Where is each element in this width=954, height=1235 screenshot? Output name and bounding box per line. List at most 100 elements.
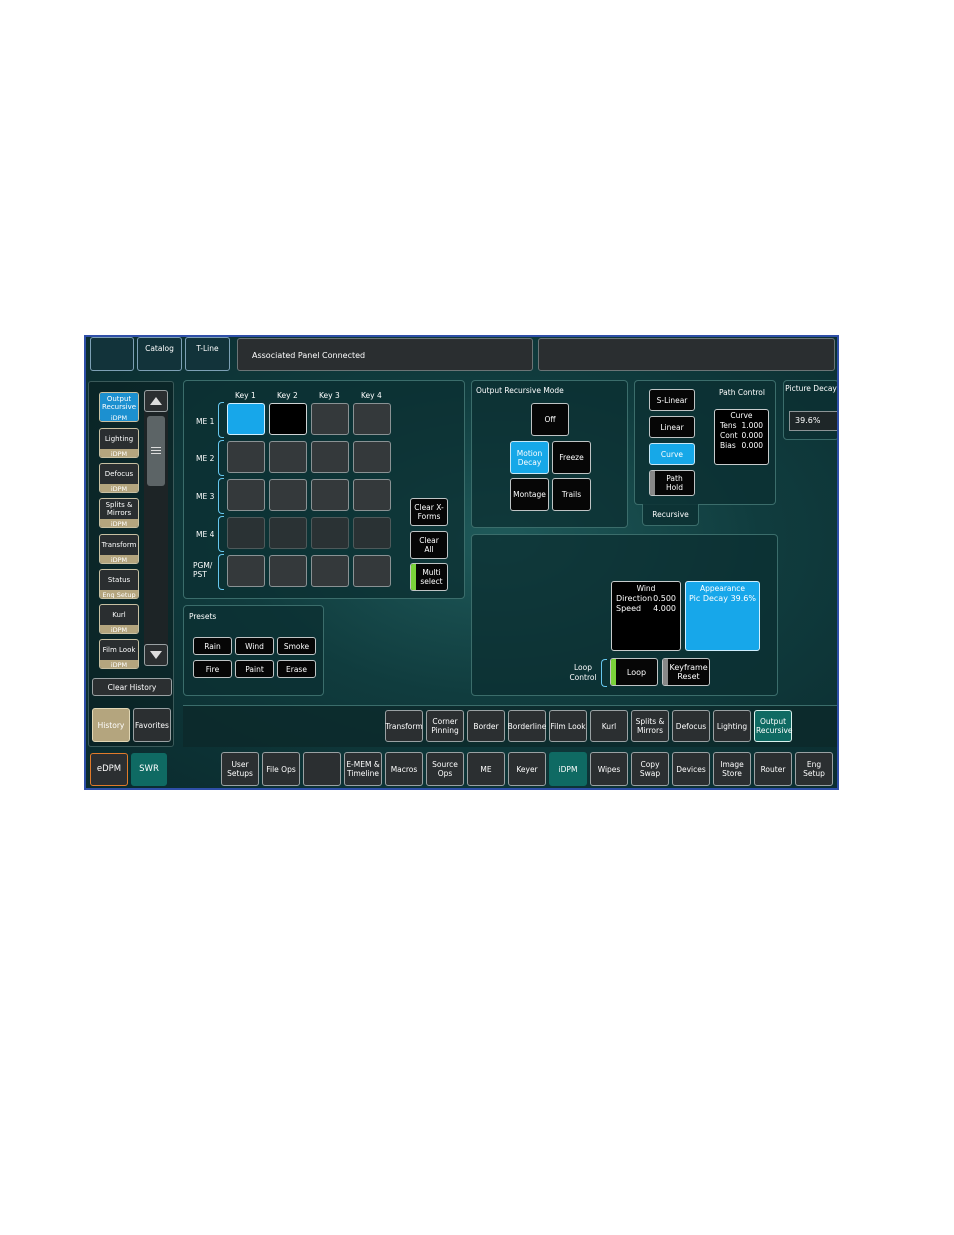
submenu-corner-pinning[interactable]: Corner Pinning <box>426 710 464 742</box>
history-item-splits-mirrors[interactable]: Splits & Mirrors iDPM <box>99 498 139 528</box>
menu-user-setups[interactable]: User Setups <box>221 752 259 786</box>
key-cell-me4-key1[interactable] <box>227 517 265 549</box>
key-cell-me3-key4[interactable] <box>353 479 391 511</box>
key-cell-me1-key4[interactable] <box>353 403 391 435</box>
menu-keyer[interactable]: Keyer <box>508 752 546 786</box>
tab-blank[interactable] <box>90 337 134 371</box>
key-cell-pgm-key4[interactable] <box>353 555 391 587</box>
cont-label: Cont <box>720 431 738 440</box>
mode-montage-button[interactable]: Montage <box>510 478 549 511</box>
edpm-button[interactable]: eDPM <box>90 753 128 786</box>
mode-trails-button[interactable]: Trails <box>552 478 591 511</box>
history-item-transform[interactable]: Transform iDPM <box>99 534 139 564</box>
tab-recursive[interactable]: Recursive <box>642 504 699 526</box>
linear-button[interactable]: Linear <box>649 416 695 438</box>
history-item-defocus[interactable]: Defocus iDPM <box>99 463 139 493</box>
submenu-lighting[interactable]: Lighting <box>713 710 751 742</box>
key-cell-me1-key3[interactable] <box>311 403 349 435</box>
keyframe-reset-button[interactable]: Keyframe Reset <box>662 658 710 686</box>
clear-all-button[interactable]: Clear All <box>410 531 448 559</box>
menu-me[interactable]: ME <box>467 752 505 786</box>
output-mode-title: Output Recursive Mode <box>476 386 564 395</box>
mode-freeze-button[interactable]: Freeze <box>552 441 591 474</box>
key-cell-pgm-key1[interactable] <box>227 555 265 587</box>
appearance-readout[interactable]: Appearance Pic Decay 39.6% <box>685 581 760 651</box>
menu-source-ops[interactable]: Source Ops <box>426 752 464 786</box>
menu-wipes[interactable]: Wipes <box>590 752 628 786</box>
key-cell-me1-key2[interactable] <box>269 403 307 435</box>
menu-copy-swap[interactable]: Copy Swap <box>631 752 669 786</box>
key-cell-me2-key4[interactable] <box>353 441 391 473</box>
submenu-kurl[interactable]: Kurl <box>590 710 628 742</box>
row-me4: ME 4 <box>196 530 215 539</box>
history-item-film-look[interactable]: Film Look iDPM <box>99 639 139 669</box>
preset-erase-button[interactable]: Erase <box>277 660 316 678</box>
menu-file-ops[interactable]: File Ops <box>262 752 300 786</box>
triangle-up-icon <box>150 397 162 405</box>
swr-button[interactable]: SWR <box>131 753 167 786</box>
curve-button[interactable]: Curve <box>649 443 695 465</box>
key-cell-me3-key1[interactable] <box>227 479 265 511</box>
mode-off-button[interactable]: Off <box>531 403 569 436</box>
tab-catalog[interactable]: Catalog <box>137 337 182 371</box>
menu-image-store[interactable]: Image Store <box>713 752 751 786</box>
history-item-sub: iDPM <box>100 625 138 633</box>
menu-macros[interactable]: Macros <box>385 752 423 786</box>
clear-history-label: Clear History <box>107 682 157 692</box>
multi-select-button[interactable]: Multi select <box>410 563 448 591</box>
key-cell-me1-key1[interactable] <box>227 403 265 435</box>
preset-smoke-button[interactable]: Smoke <box>277 637 316 655</box>
key-cell-me2-key3[interactable] <box>311 441 349 473</box>
submenu-splits-mirrors[interactable]: Splits & Mirrors <box>631 710 669 742</box>
key-cell-me2-key2[interactable] <box>269 441 307 473</box>
loop-button[interactable]: Loop <box>610 658 658 686</box>
key-cell-me4-key2[interactable] <box>269 517 307 549</box>
path-hold-button[interactable]: Path Hold <box>649 470 695 496</box>
history-item-lighting[interactable]: Lighting iDPM <box>99 428 139 458</box>
wind-title: Wind <box>636 584 656 593</box>
submenu-border[interactable]: Border <box>467 710 505 742</box>
key-cell-me3-key3[interactable] <box>311 479 349 511</box>
history-item-kurl[interactable]: Kurl iDPM <box>99 604 139 634</box>
menu-devices[interactable]: Devices <box>672 752 710 786</box>
preset-wind-button[interactable]: Wind <box>235 637 274 655</box>
history-item-title: Defocus <box>104 470 134 478</box>
submenu-output-recursive[interactable]: Output Recursive <box>754 710 793 742</box>
key-cell-pgm-key2[interactable] <box>269 555 307 587</box>
s-linear-button[interactable]: S-Linear <box>649 389 695 411</box>
clear-xforms-button[interactable]: Clear X-Forms <box>410 498 448 526</box>
submenu-defocus[interactable]: Defocus <box>672 710 710 742</box>
key-cell-me2-key1[interactable] <box>227 441 265 473</box>
history-item-status[interactable]: Status Eng Setup <box>99 569 139 599</box>
tab-favorites[interactable]: Favorites <box>133 708 171 742</box>
submenu-film-look[interactable]: Film Look <box>549 710 587 742</box>
submenu-transform[interactable]: Transform <box>385 710 423 742</box>
swr-label: SWR <box>139 764 159 774</box>
preset-fire-button[interactable]: Fire <box>193 660 232 678</box>
picture-decay-field[interactable]: 39.6% <box>789 411 837 431</box>
key-cell-me4-key4[interactable] <box>353 517 391 549</box>
history-item-output-recursive[interactable]: Output Recursive iDPM <box>99 392 139 422</box>
scroll-down-button[interactable] <box>144 644 168 666</box>
mode-motion-decay-button[interactable]: Motion Decay <box>510 441 549 474</box>
tab-tline[interactable]: T-Line <box>185 337 230 371</box>
key-cell-me4-key3[interactable] <box>311 517 349 549</box>
key-cell-me3-key2[interactable] <box>269 479 307 511</box>
preset-paint-button[interactable]: Paint <box>235 660 274 678</box>
menu-router[interactable]: Router <box>754 752 792 786</box>
tab-history[interactable]: History <box>92 708 130 742</box>
preset-rain-button[interactable]: Rain <box>193 637 232 655</box>
scroll-up-button[interactable] <box>144 390 168 412</box>
menu-idpm[interactable]: iDPM <box>549 752 587 786</box>
scroll-thumb[interactable] <box>147 416 165 486</box>
key-cell-pgm-key3[interactable] <box>311 555 349 587</box>
clear-history-button[interactable]: Clear History <box>92 678 172 696</box>
menu-eng-setup[interactable]: Eng Setup <box>795 752 833 786</box>
menu-emem-timeline[interactable]: E-MEM & Timeline <box>344 752 382 786</box>
direction-value: 0.500 <box>653 594 676 603</box>
submenu-borderline[interactable]: Borderline <box>508 710 546 742</box>
wind-readout[interactable]: Wind Direction 0.500 Speed 4.000 <box>611 581 681 651</box>
history-scrollbar[interactable] <box>144 390 168 666</box>
tab-favorites-label: Favorites <box>135 720 169 730</box>
menu-blank[interactable] <box>303 752 341 786</box>
